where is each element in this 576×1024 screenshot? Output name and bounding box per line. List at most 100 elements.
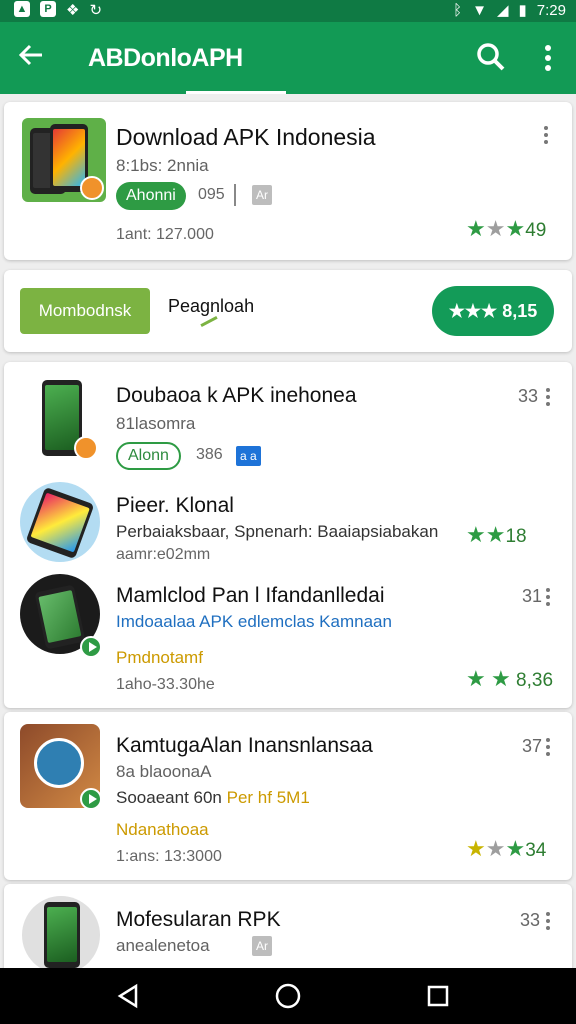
signal-icon: ◢ [496, 2, 509, 19]
filter-card: Mombodnsk Peagnloah ★★★ 8,15 [4, 270, 572, 352]
list-item[interactable]: Mamlclod Pan l Ifandanlledai Imdoaalaa A… [4, 574, 572, 708]
play-icon [80, 788, 102, 810]
avatar [34, 738, 84, 788]
app-icon [22, 118, 106, 202]
star-icon: ★ [466, 522, 486, 547]
star-icon: ★ [466, 216, 486, 241]
app-title: Pieer. Klonal [116, 494, 234, 517]
list-item[interactable]: Mofesularan RPK anealenetoa Ar 33 [4, 884, 572, 974]
extra-highlight: Per hf 5M1 [226, 788, 310, 807]
tag-badge: a a [236, 446, 261, 466]
phone-image [25, 486, 95, 560]
app-list-item-card: Mofesularan RPK anealenetoa Ar 33 [4, 884, 572, 974]
app-list: Doubaoa k APK inehonea 81lasomra Alonn 3… [4, 362, 572, 708]
app-size: 386 [196, 446, 223, 463]
rating: ★★★34 [466, 836, 546, 862]
item-count: 33 [518, 386, 539, 406]
app-icon [20, 482, 100, 562]
badge-icon [74, 436, 98, 460]
item-count: 33 [520, 910, 541, 930]
extra-text: Sooaeant 60n [116, 788, 222, 807]
overflow-menu-icon[interactable] [542, 386, 554, 408]
notification-icon: ▲ [14, 1, 30, 17]
rating: ★★18 [466, 522, 527, 548]
list-item[interactable]: Pieer. Klonal Perbaiaksbaar, Spnenarh: B… [4, 476, 572, 574]
notification-icons: ▲ P ❖ ↻ [14, 1, 102, 19]
play-icon [80, 636, 102, 658]
recents-nav-icon[interactable] [426, 984, 450, 1013]
badge-icon [80, 176, 104, 200]
list-item[interactable]: Doubaoa k APK inehonea 81lasomra Alonn 3… [4, 362, 572, 476]
overflow-menu-icon[interactable] [542, 910, 554, 932]
rating: ★ ★ 8,36 [466, 666, 553, 692]
app-list-item-card: KamtugaAlan Inansnlansaa 8a blaoonaA Soo… [4, 712, 572, 880]
back-nav-icon[interactable] [114, 982, 142, 1015]
phone-image [44, 902, 80, 968]
filter-tab[interactable]: Peagnloah [168, 296, 254, 317]
app-category: Pmdnotamf [116, 648, 203, 667]
back-arrow-icon[interactable] [16, 40, 46, 78]
app-title: ABDonloAPH [88, 44, 243, 72]
install-count: 1ant: 127.000 [116, 226, 214, 243]
app-extra: Sooaeant 60n Per hf 5M1 [116, 788, 310, 808]
item-count: 31 [522, 586, 543, 606]
app-title: Download APK Indonesia [116, 124, 376, 150]
tag-badge: Ar [252, 185, 272, 205]
app-subtitle: Perbaiaksbaar, Spnenarh: Baaiapsiabakan [116, 522, 439, 541]
star-icon: ★ [485, 216, 506, 241]
divider [234, 184, 236, 206]
app-bar: ABDonloAPH [0, 22, 576, 94]
install-pill[interactable]: Alonn [116, 442, 181, 470]
home-nav-icon[interactable] [274, 982, 302, 1015]
rating-filter-pill[interactable]: ★★★ 8,15 [432, 286, 554, 336]
star-icon: ★ [466, 666, 486, 691]
rating: ★★★49 [466, 216, 546, 242]
wifi-icon: ▼ [472, 1, 487, 19]
app-subtitle: anealenetoa [116, 936, 210, 955]
rating-value: 34 [525, 840, 547, 861]
star-icon: ★ [505, 216, 526, 241]
tab-indicator [200, 315, 218, 328]
rating-value: 49 [525, 220, 547, 241]
star-icon: ★ [505, 836, 526, 861]
rating-value: 8,36 [516, 670, 554, 691]
featured-app-card[interactable]: Download APK Indonesia 8:1bs: 2nnia Ahon… [4, 102, 572, 260]
app-title: Doubaoa k APK inehonea [116, 384, 357, 407]
list-item[interactable]: KamtugaAlan Inansnlansaa 8a blaoonaA Soo… [4, 712, 572, 880]
overflow-menu-icon[interactable] [538, 42, 558, 74]
tab-indicator [186, 91, 286, 94]
install-count: aamr:e02mm [116, 546, 211, 563]
notification-icon: P [40, 1, 56, 17]
star-icon: ★ [485, 522, 506, 547]
filter-button[interactable]: Mombodnsk [20, 288, 150, 334]
app-category: Ndanathoaa [116, 820, 209, 839]
install-pill[interactable]: Ahonni [116, 182, 186, 210]
item-count: 37 [522, 736, 543, 756]
star-icon: ★ [491, 666, 511, 691]
clock: 7:29 [536, 1, 566, 19]
app-subtitle: 8a blaoonaA [116, 762, 212, 781]
star-icon: ★★★ [448, 301, 498, 321]
tag-badge: Ar [252, 936, 272, 956]
install-count: 1:ans: 13:3000 [116, 848, 222, 865]
rating-value: 18 [505, 526, 527, 547]
app-title: Mofesularan RPK [116, 908, 281, 931]
search-icon[interactable] [474, 40, 508, 74]
overflow-menu-icon[interactable] [540, 124, 552, 146]
star-icon: ★ [485, 836, 506, 861]
app-subtitle: Imdoaalaa APK edlemclas Kamnaan [116, 612, 392, 631]
app-icon [22, 896, 100, 974]
app-subtitle: 81lasomra [116, 414, 196, 433]
battery-icon: ▮ [518, 2, 527, 19]
rating-value: 8,15 [502, 301, 538, 321]
status-bar: ▲ P ❖ ↻ ᛒ ▼ ◢ ▮ 7:29 [0, 0, 576, 22]
star-icon: ★ [466, 836, 486, 861]
system-nav-bar [0, 968, 576, 1024]
overflow-menu-icon[interactable] [542, 736, 554, 758]
app-title: KamtugaAlan Inansnlansaa [116, 734, 373, 757]
overflow-menu-icon[interactable] [542, 586, 554, 608]
app-title: Mamlclod Pan l Ifandanlledai [116, 584, 385, 607]
notification-icon: ❖ [66, 2, 80, 19]
app-size: 095 [198, 186, 225, 203]
phone-image [34, 584, 86, 650]
